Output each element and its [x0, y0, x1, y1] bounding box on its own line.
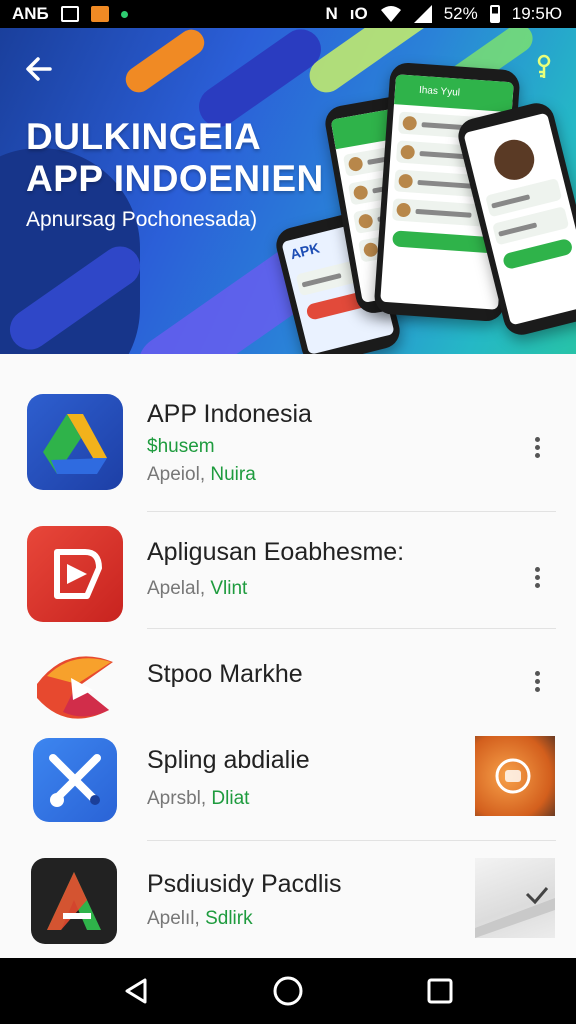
drive-triangle-icon: [27, 394, 123, 490]
meta-prefix: Apeiol,: [147, 464, 211, 485]
decor-blob: [120, 28, 210, 98]
app-meta: Apelıl, Sdlirk: [147, 908, 253, 930]
app-name: Apligusan Eoabhesme:: [147, 538, 405, 566]
app-meta: Apeiol, Nuira: [147, 464, 256, 486]
meta-prefix: Apelıl,: [147, 908, 206, 929]
list-item-psdiusidy-pacdlis[interactable]: Psdiusidy Pacdlis Apelıl, Sdlirk: [0, 852, 576, 972]
battery-percent: 52%: [443, 4, 478, 23]
vibrate-icon: ıO: [349, 4, 368, 23]
wifi-icon: [380, 6, 401, 22]
image-icon: [60, 6, 79, 22]
signal-icon: [413, 5, 432, 23]
list-item-spling-abdialie[interactable]: Spling abdialie Aprsbl, Dliat: [0, 736, 576, 856]
meta-prefix: Aprsbl,: [147, 788, 212, 809]
app-meta: Aprsbl, Dliat: [147, 788, 249, 810]
phone-header-text: Ihas Yyul: [418, 84, 461, 99]
road-promo-thumbnail[interactable]: [475, 858, 555, 938]
divider: [147, 511, 556, 512]
app-name: APP Indonesia: [147, 400, 312, 428]
paper-plane-icon: [27, 640, 123, 736]
clock: 19:5Ю: [511, 4, 562, 23]
meta-highlight: Dliat: [211, 788, 250, 809]
list-item-app-indonesia[interactable]: APP Indonesia $husem Apeiol, Nuira: [0, 390, 576, 510]
meta-highlight: Vlint: [210, 578, 248, 599]
app-name: Psdiusidy Pacdlis: [147, 870, 342, 898]
back-triangle-icon[interactable]: [119, 974, 153, 1008]
app-name: Stpoo Markhe: [147, 660, 303, 688]
app-list: APP Indonesia $husem Apeiol, Nuira Aplig…: [0, 354, 576, 958]
app-price: $husem: [147, 436, 215, 457]
banner-title-line1: DULKINGEIA: [26, 116, 262, 157]
home-circle-icon[interactable]: [271, 974, 305, 1008]
status-bar: ANБ N ıO 52% 19:5Ю: [0, 0, 576, 28]
dot-icon: [120, 10, 128, 18]
orange-promo-thumbnail[interactable]: [475, 736, 555, 816]
banner-subtitle: Apnursag Pochonesada): [26, 208, 258, 231]
divider: [147, 628, 556, 629]
system-nav-bar: [0, 958, 576, 1024]
hero-banner: DULKINGEIA APP INDOENIEN Apnursag Pochon…: [0, 28, 576, 354]
overflow-menu-icon[interactable]: [530, 668, 544, 698]
meta-highlight: Sdlirk: [205, 908, 253, 929]
app-notification-icon: [90, 6, 109, 22]
back-arrow-icon[interactable]: [22, 52, 56, 86]
nfc-icon: N: [325, 4, 338, 23]
recents-square-icon[interactable]: [423, 974, 457, 1008]
app-meta: Apelal, Vlint: [147, 578, 247, 600]
divider: [147, 840, 556, 841]
overflow-menu-icon[interactable]: [530, 564, 544, 594]
play-shield-icon: [27, 526, 123, 622]
list-item-apligusan[interactable]: Apligusan Eoabhesme: Apelal, Vlint: [0, 524, 576, 644]
battery-icon: [489, 5, 500, 23]
key-icon[interactable]: [534, 54, 554, 82]
banner-title: DULKINGEIA APP INDOENIEN: [26, 116, 324, 200]
letter-a-icon: [31, 858, 117, 944]
meta-highlight: Nuira: [210, 464, 256, 485]
carrier-label: ANБ: [12, 4, 49, 23]
app-name: Spling abdialie: [147, 746, 310, 774]
overflow-menu-icon[interactable]: [530, 434, 544, 464]
banner-title-line2: APP INDOENIEN: [26, 158, 324, 199]
meta-prefix: Apelal,: [147, 578, 211, 599]
tools-cross-icon: [33, 738, 117, 822]
